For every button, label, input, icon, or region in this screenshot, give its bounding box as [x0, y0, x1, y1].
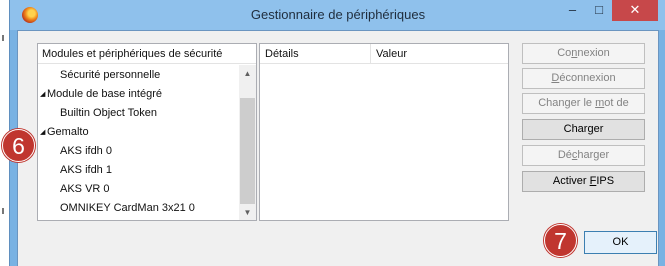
tree-item-label: Sécurité personnelle [60, 69, 161, 81]
details-table[interactable]: Détails Valeur [259, 43, 509, 221]
button-label: Co [557, 47, 572, 59]
enable-fips-button[interactable]: Activer FIPS [522, 171, 645, 192]
tree-item-label: Gemalto [47, 126, 89, 138]
tree-column-header[interactable]: Modules et périphériques de sécurité [38, 44, 256, 64]
button-label: er [593, 123, 604, 135]
tree-item-label: OMNIKEY CardMan 3x21 0 [60, 202, 195, 214]
security-modules-tree[interactable]: Modules et périphériques de sécurité Séc… [37, 43, 257, 221]
column-divider[interactable] [370, 44, 371, 63]
tree-item[interactable]: ◢ Gemalto [38, 123, 241, 142]
tree-item-label: AKS ifdh 0 [60, 145, 112, 157]
unload-button[interactable]: Décharger [522, 145, 645, 166]
step-marker-6: 6 [2, 129, 35, 162]
button-label: Dé [557, 149, 572, 161]
step-marker-7: 7 [544, 224, 577, 257]
button-accesskey: m [595, 97, 605, 109]
tree-item[interactable]: ◢ Module de base intégré [38, 85, 241, 104]
button-label: Changer le [538, 97, 596, 109]
tree-item-label: Module de base intégré [47, 88, 162, 100]
load-button[interactable]: Charger [522, 119, 645, 140]
ok-button[interactable]: OK [584, 231, 657, 254]
minimize-button[interactable]: – [559, 0, 586, 21]
title-bar[interactable]: Gestionnaire de périphériques – □ ✕ [10, 0, 665, 30]
maximize-button[interactable]: □ [586, 0, 612, 21]
tree-item[interactable]: AKS ifdh 1 [38, 161, 241, 180]
tree-item-label: AKS ifdh 1 [60, 164, 112, 176]
scroll-down-icon[interactable]: ▼ [239, 204, 256, 220]
details-header: Détails Valeur [260, 44, 508, 64]
button-label: IPS [596, 175, 615, 187]
value-column-header[interactable]: Valeur [376, 44, 407, 64]
change-password-button[interactable]: Changer le mot de passe [522, 93, 645, 128]
button-label: Char [563, 123, 588, 135]
close-button[interactable]: ✕ [612, 0, 658, 21]
tree-item-label: Builtin Object Token [60, 107, 158, 119]
expand-triangle-icon[interactable]: ◢ [40, 123, 47, 142]
button-label: nexion [577, 47, 610, 59]
details-column-header[interactable]: Détails [265, 44, 299, 64]
button-label: harger [577, 149, 610, 161]
tree-item[interactable]: Builtin Object Token [38, 104, 241, 123]
tree-item[interactable]: Sécurité personnelle [38, 66, 241, 85]
button-label: éconnexion [559, 72, 616, 84]
disconnect-button[interactable]: Déconnexion [522, 68, 645, 89]
connect-button[interactable]: Connexion [522, 43, 645, 64]
tree-rows: Sécurité personnelle ◢ Module de base int… [38, 66, 241, 218]
tree-item[interactable]: OMNIKEY CardMan 3x21 0 [38, 199, 241, 218]
button-label: Activer [552, 175, 590, 187]
edge-mark [2, 208, 4, 214]
expand-triangle-icon[interactable]: ◢ [40, 85, 47, 104]
tree-item-label: AKS VR 0 [60, 183, 110, 195]
scroll-up-icon[interactable]: ▲ [239, 65, 256, 82]
tree-item[interactable]: AKS VR 0 [38, 180, 241, 199]
tree-scrollbar[interactable]: ▲ ▼ [239, 65, 256, 220]
scrollbar-thumb[interactable] [240, 98, 255, 204]
tree-item[interactable]: AKS ifdh 0 [38, 142, 241, 161]
edge-mark [2, 35, 4, 41]
